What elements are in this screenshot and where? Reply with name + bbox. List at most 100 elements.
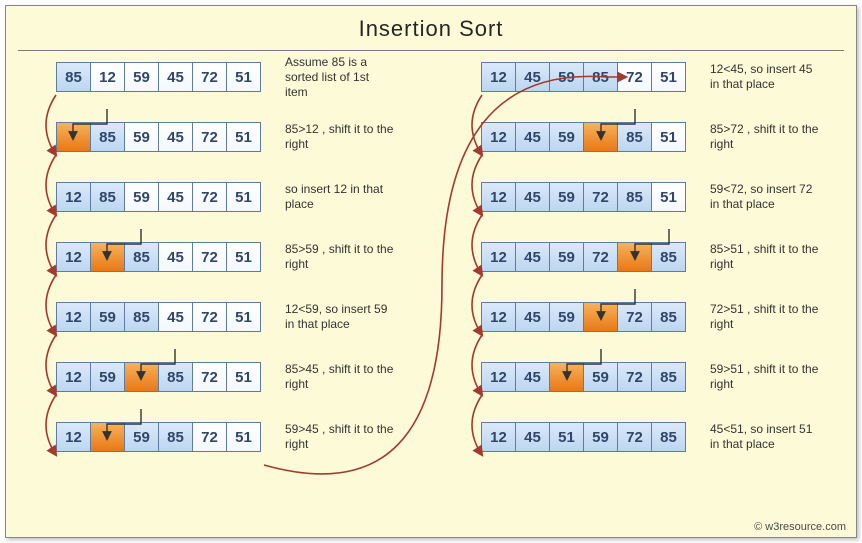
array-cell: 59 xyxy=(549,302,584,332)
step-desc: 12<45, so insert 45 in that place xyxy=(710,62,820,92)
divider xyxy=(18,50,844,51)
array-cells: 1245597285 xyxy=(481,362,686,392)
right-column: 12455985725112<45, so insert 45 in that … xyxy=(431,61,856,481)
array-cell: 45 xyxy=(158,122,193,152)
step-row: 124559 8551 85>72 , shift it to the right xyxy=(481,121,856,153)
array-cell: 59 xyxy=(583,422,618,452)
array-cells: 1245597285 xyxy=(481,302,686,332)
step-desc: Assume 85 is a sorted list of 1st item xyxy=(285,55,395,100)
array-cell: 51 xyxy=(549,422,584,452)
array-cell: 12 xyxy=(481,122,516,152)
array-cell: 12 xyxy=(56,242,91,272)
array-cell xyxy=(90,422,125,452)
array-cell: 45 xyxy=(515,302,550,332)
array-cell: 45 xyxy=(158,62,193,92)
step-desc: 85>12 , shift it to the right xyxy=(285,122,395,152)
array-cells: 124551597285 xyxy=(481,422,686,452)
array-cell: 51 xyxy=(651,122,686,152)
array-cell: 51 xyxy=(651,182,686,212)
array-cell: 85 xyxy=(651,422,686,452)
array-cell: 72 xyxy=(617,62,652,92)
step-row: 124559728559>51 , shift it to the right xyxy=(481,361,856,393)
step-row: 124559728572>51 , shift it to the right xyxy=(481,301,856,333)
step-row: 124559857251 12<45, so insert 45 in that … xyxy=(481,61,856,93)
array-cell: 45 xyxy=(515,362,550,392)
array-cell: 45 xyxy=(515,122,550,152)
array-cell: 59 xyxy=(124,182,159,212)
array-cell: 85 xyxy=(124,302,159,332)
array-cell: 72 xyxy=(192,122,227,152)
array-cell: 72 xyxy=(617,362,652,392)
array-cell: 59 xyxy=(124,62,159,92)
array-cell: 45 xyxy=(158,302,193,332)
array-cells: 1285457251 xyxy=(56,242,261,272)
array-cells: 124559857251 xyxy=(481,62,686,92)
array-cell: 12 xyxy=(481,62,516,92)
array-cell: 85 xyxy=(617,122,652,152)
step-desc: 85>59 , shift it to the right xyxy=(285,242,395,272)
array-cell: 59 xyxy=(549,182,584,212)
array-cell: 12 xyxy=(56,302,91,332)
array-cell: 85 xyxy=(583,62,618,92)
array-cell xyxy=(617,242,652,272)
array-cell: 12 xyxy=(481,362,516,392)
array-cell: 51 xyxy=(226,122,261,152)
array-cell: 72 xyxy=(192,302,227,332)
array-cell: 45 xyxy=(515,182,550,212)
array-cell: 85 xyxy=(90,182,125,212)
array-cells: 851259457251 xyxy=(56,62,261,92)
array-cells: 8559457251 xyxy=(56,122,261,152)
step-desc: 59>51 , shift it to the right xyxy=(710,362,820,392)
array-cell xyxy=(90,242,125,272)
step-desc: so insert 12 in that place xyxy=(285,182,395,212)
array-cell: 72 xyxy=(192,362,227,392)
array-cell: 72 xyxy=(617,422,652,452)
step-desc: 72>51 , shift it to the right xyxy=(710,302,820,332)
array-cell: 72 xyxy=(617,302,652,332)
array-cell: 51 xyxy=(226,422,261,452)
array-cell: 85 xyxy=(158,362,193,392)
step-row: 124551597285 45<51, so insert 51 in that … xyxy=(481,421,856,453)
array-cell: 51 xyxy=(651,62,686,92)
columns: 851259457251Assume 85 is a sorted list o… xyxy=(6,55,856,481)
step-row: 12455972855159<72, so insert 72 in that … xyxy=(481,181,856,213)
array-cell: 72 xyxy=(192,422,227,452)
step-desc: 85>51 , shift it to the right xyxy=(710,242,820,272)
array-cell xyxy=(124,362,159,392)
array-cell: 51 xyxy=(226,182,261,212)
step-row: 128559457251so insert 12 in that place xyxy=(56,181,431,213)
step-desc: 45<51, so insert 51 in that place xyxy=(710,422,820,452)
array-cell: 85 xyxy=(56,62,91,92)
step-row: 125985725159>45 , shift it to the right xyxy=(56,421,431,453)
array-cell: 72 xyxy=(192,182,227,212)
array-cells: 1245597285 xyxy=(481,242,686,272)
array-cell xyxy=(583,302,618,332)
step-desc: 85>72 , shift it to the right xyxy=(710,122,820,152)
step-row: 125985725185>45 , shift it to the right xyxy=(56,361,431,393)
array-cell: 12 xyxy=(481,422,516,452)
array-cell: 85 xyxy=(651,302,686,332)
array-cell: 12 xyxy=(90,62,125,92)
step-row: 125985457251 12<59, so insert 59 in that … xyxy=(56,301,431,333)
step-row: 128545725185>59 , shift it to the right xyxy=(56,241,431,273)
step-desc: 59>45 , shift it to the right xyxy=(285,422,395,452)
step-desc: 12<59, so insert 59 in that place xyxy=(285,302,395,332)
left-column: 851259457251Assume 85 is a sorted list o… xyxy=(6,61,431,481)
array-cells: 125985457251 xyxy=(56,302,261,332)
array-cell xyxy=(56,122,91,152)
array-cell: 51 xyxy=(226,302,261,332)
array-cell: 51 xyxy=(226,362,261,392)
array-cell: 72 xyxy=(192,62,227,92)
step-row: 1245597285 85>51 , shift it to the right xyxy=(481,241,856,273)
step-row: 8559457251 85>12 , shift it to the right xyxy=(56,121,431,153)
array-cell: 59 xyxy=(583,362,618,392)
array-cell: 59 xyxy=(90,302,125,332)
array-cell: 12 xyxy=(56,362,91,392)
array-cell: 72 xyxy=(192,242,227,272)
array-cell: 59 xyxy=(549,122,584,152)
array-cell: 85 xyxy=(124,242,159,272)
array-cell: 59 xyxy=(124,122,159,152)
array-cell: 59 xyxy=(124,422,159,452)
step-desc: 85>45 , shift it to the right xyxy=(285,362,395,392)
array-cell: 59 xyxy=(549,62,584,92)
